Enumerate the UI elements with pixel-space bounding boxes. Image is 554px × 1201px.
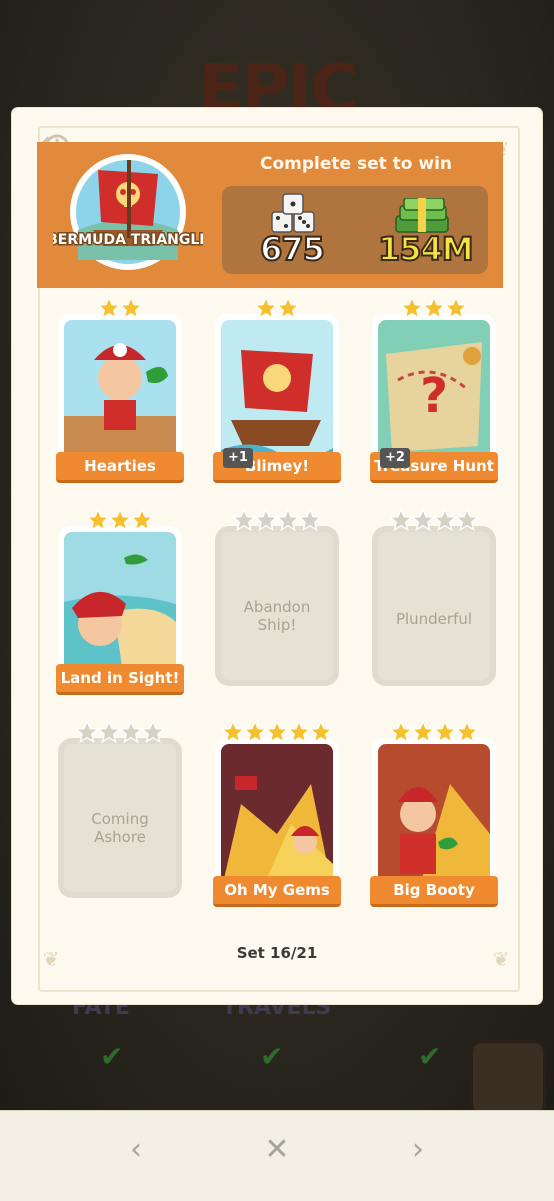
sticker-artwork [64,532,176,680]
close-icon[interactable]: ✕ [257,1130,297,1170]
star-rating [58,296,182,324]
svg-text:?: ? [420,368,448,424]
star-icon [400,296,424,320]
sticker-artwork [221,744,333,892]
star-rating [372,508,496,536]
sticker-artwork: ? [378,320,490,468]
prize-dice-value: 675 [259,229,326,269]
chevron-right-icon[interactable]: › [398,1130,438,1170]
star-icon [119,720,143,744]
empty-slot-placeholder [378,532,490,680]
star-icon [389,720,413,744]
checkmark-icon: ✔ [418,1040,442,1073]
sticker-card[interactable]: Big Booty [370,720,498,907]
star-icon [411,720,435,744]
checkmark-icon: ✔ [100,1040,124,1073]
star-rating [372,296,496,324]
sticker-name: Abandon Ship! [243,598,311,634]
star-rating [215,720,339,748]
star-rating [372,720,496,748]
star-icon [444,296,468,320]
star-icon [276,296,300,320]
star-icon [141,720,165,744]
star-icon [433,508,457,532]
prize-cash-value: 154M [377,229,475,269]
sticker-card[interactable]: Hearties [56,296,184,483]
star-rating [58,508,182,536]
chevron-left-icon[interactable]: ‹ [116,1130,156,1170]
sticker-artwork [378,744,490,892]
star-icon [276,508,300,532]
sticker-slot-empty[interactable]: Plunderful [372,508,496,686]
star-icon [254,508,278,532]
star-icon [298,508,322,532]
duplicate-count-badge: +1 [223,448,253,468]
star-icon [254,296,278,320]
star-rating [215,296,339,324]
set-badge-text: BERMUDA TRIANGLE [53,232,203,248]
sticker-name: Hearties [56,452,184,483]
star-rating [58,720,182,748]
star-rating [215,508,339,536]
sticker-name: Coming Ashore [91,810,149,846]
star-icon [86,508,110,532]
star-icon [75,720,99,744]
sticker-name: Plunderful [395,610,473,628]
star-icon [287,720,311,744]
sticker-card[interactable]: Oh My Gems [213,720,341,907]
sticker-name: Big Booty [370,876,498,907]
chest-icon [470,1040,546,1110]
star-icon [119,296,143,320]
star-icon [232,508,256,532]
star-icon [455,508,479,532]
sticker-artwork [221,320,333,468]
sticker-slot-empty[interactable]: Abandon Ship! [215,508,339,686]
checkmark-icon: ✔ [260,1040,284,1073]
sticker-artwork [64,320,176,468]
star-icon [433,720,457,744]
star-icon [422,296,446,320]
sticker-card[interactable]: Blimey! +1 [213,296,341,483]
set-badge-logo: BERMUDA TRIANGLE [53,154,203,270]
sticker-card[interactable]: ? Treasure Hunt +2 [370,296,498,483]
star-icon [265,720,289,744]
star-icon [309,720,333,744]
sticker-slot-empty[interactable]: Coming Ashore [58,720,182,898]
duplicate-count-badge: +2 [380,448,410,468]
sticker-name: Oh My Gems [213,876,341,907]
set-counter: Set 16/21 [236,944,318,962]
star-icon [130,508,154,532]
star-icon [108,508,132,532]
star-icon [221,720,245,744]
star-icon [243,720,267,744]
star-icon [411,508,435,532]
star-icon [97,296,121,320]
star-icon [97,720,121,744]
star-icon [389,508,413,532]
sticker-name: Land in Sight! [56,664,184,695]
sticker-card[interactable]: Land in Sight! [56,508,184,695]
star-icon [455,720,479,744]
prize-caption: Complete set to win [259,154,453,174]
